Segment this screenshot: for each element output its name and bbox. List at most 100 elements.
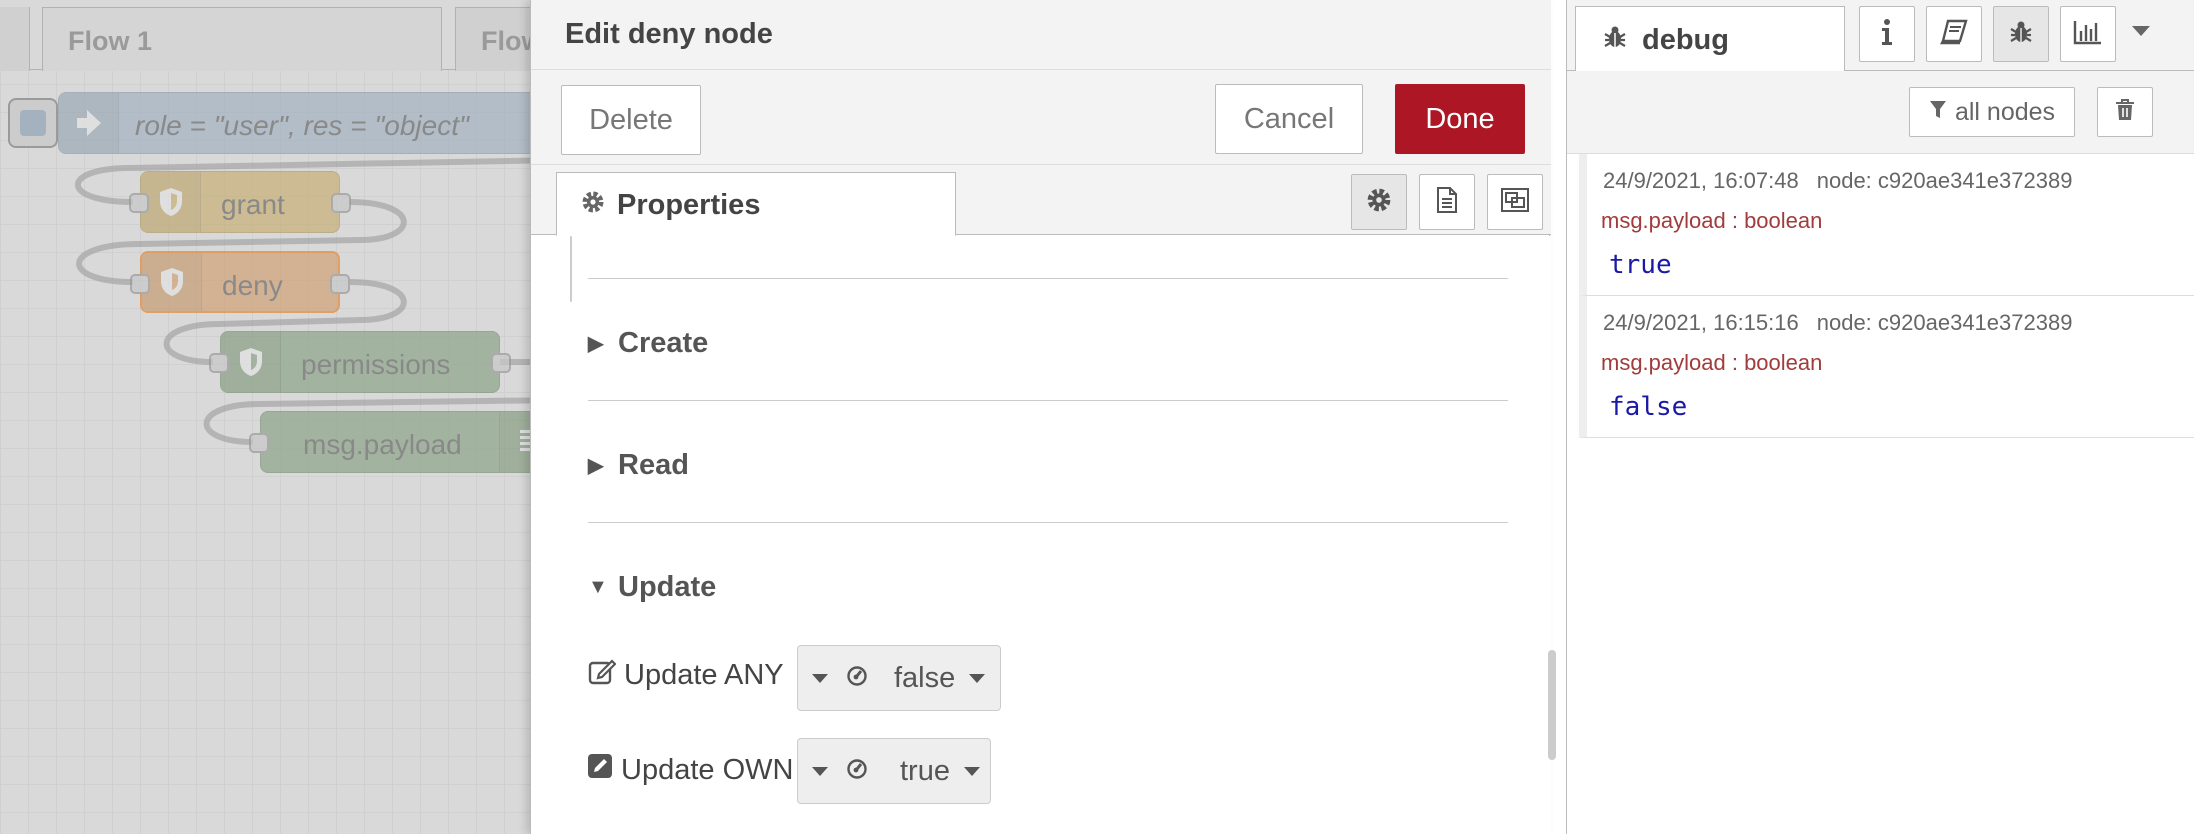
section-update[interactable]: ▼ Update [588, 571, 716, 604]
object-group-icon [1500, 187, 1530, 218]
edit-node-tray: Edit deny node Delete Cancel Done Proper… [530, 0, 1551, 834]
value-caret-icon [963, 766, 980, 776]
output-port[interactable] [330, 274, 350, 294]
type-caret-icon [812, 673, 828, 683]
shield-icon [221, 332, 281, 392]
tray-title: Edit deny node [565, 18, 773, 50]
permissions-node-label: permissions [301, 349, 451, 380]
debug-value: true [1609, 250, 1672, 280]
debug-topic: msg.payload : boolean [1601, 208, 1823, 233]
input-port[interactable] [249, 433, 269, 453]
bug-icon [2008, 19, 2034, 50]
debug-node[interactable]: msg.payload [249, 411, 560, 473]
filter-icon [1929, 98, 1947, 127]
tray-tab-bar: Properties [531, 165, 1551, 236]
dashboard-tab-button[interactable] [2060, 6, 2116, 62]
divider [588, 400, 1508, 401]
update-own-label: Update OWN [587, 753, 793, 787]
output-port[interactable] [491, 353, 511, 373]
workspace-tab-stub [0, 7, 30, 71]
inject-trigger-button[interactable] [8, 98, 58, 148]
node-description-button[interactable] [1419, 174, 1475, 230]
debug-timestamp: 24/9/2021, 16:07:48 [1603, 168, 1799, 193]
type-caret-icon [812, 766, 828, 776]
info-tab-button[interactable] [1859, 6, 1915, 62]
debug-toolbar: all nodes [1567, 71, 2194, 154]
gear-icon [581, 189, 605, 235]
shield-icon [141, 172, 201, 232]
update-any-input[interactable] [570, 236, 572, 302]
tray-body: ▶ Create ▶ Read ▼ Update Update ANY [531, 236, 1551, 834]
edit-square-icon [587, 753, 613, 787]
section-read-label: Read [618, 449, 689, 481]
cancel-button[interactable]: Cancel [1215, 84, 1363, 154]
done-button[interactable]: Done [1395, 84, 1525, 154]
tray-header: Edit deny node [531, 0, 1551, 70]
edit-icon [588, 657, 617, 693]
sidebar-menu-caret-icon[interactable] [2132, 26, 2150, 36]
caret-right-icon: ▶ [588, 333, 604, 355]
update-own-text: Update OWN [621, 753, 794, 786]
input-port[interactable] [209, 353, 229, 373]
gear-icon [1366, 187, 1392, 218]
arrow-in-icon [59, 93, 119, 153]
tab-debug[interactable]: debug [1575, 6, 1845, 72]
output-port[interactable] [331, 193, 351, 213]
debug-timestamp: 24/9/2021, 16:15:16 [1603, 310, 1799, 335]
tray-toolbar: Delete Cancel Done [531, 70, 1551, 165]
tab-properties-label: Properties [617, 189, 761, 221]
section-read[interactable]: ▶ Read [588, 449, 689, 482]
update-any-label: Update ANY [588, 657, 784, 693]
caret-down-icon: ▼ [588, 576, 608, 598]
flow-workspace[interactable]: Flow 1 Flow role = "user", res = "object… [0, 0, 560, 834]
sidebar-tab-bar: debug [1567, 0, 2194, 72]
debug-node-label: msg.payload [303, 429, 462, 460]
debug-tab-button[interactable] [1993, 6, 2049, 62]
debug-message-meta: 24/9/2021, 16:15:16 node: c920ae341e37238… [1603, 310, 2072, 336]
sidebar-resize-handle[interactable] [1548, 650, 1556, 760]
trash-icon [2115, 98, 2135, 126]
debug-message[interactable]: 24/9/2021, 16:15:16 node: c920ae341e37238… [1579, 296, 2194, 438]
inject-node[interactable]: role = "user", res = "object" [58, 92, 560, 154]
node-settings-button[interactable] [1351, 174, 1407, 230]
filter-all-nodes-button[interactable]: all nodes [1909, 87, 2075, 137]
filter-label: all nodes [1954, 97, 2056, 126]
update-own-value: true [900, 754, 950, 787]
debug-node-id[interactable]: node: c920ae341e372389 [1817, 168, 2073, 193]
info-icon [1880, 18, 1894, 51]
debug-message-list: 24/9/2021, 16:07:48 node: c920ae341e37238… [1579, 154, 2194, 438]
debug-message[interactable]: 24/9/2021, 16:07:48 node: c920ae341e37238… [1579, 154, 2194, 296]
sidebar: debug all nodes 24/9/2021, 16:07:48 node… [1566, 0, 2194, 834]
grant-node-label: grant [221, 189, 285, 220]
caret-right-icon: ▶ [588, 455, 604, 477]
boolean-toggle-icon [846, 755, 868, 788]
value-caret-icon [969, 673, 986, 683]
workspace-tab-bar: Flow 1 Flow [0, 0, 560, 71]
update-any-text: Update ANY [624, 658, 784, 691]
tab-flow-1[interactable]: Flow 1 [42, 7, 442, 71]
permissions-node[interactable]: permissions [209, 331, 511, 393]
delete-button[interactable]: Delete [561, 85, 701, 155]
debug-value: false [1609, 392, 1688, 422]
section-create[interactable]: ▶ Create [588, 327, 708, 360]
help-tab-button[interactable] [1926, 6, 1982, 62]
divider [588, 522, 1508, 523]
grant-node[interactable]: grant [129, 171, 351, 233]
clear-messages-button[interactable] [2097, 87, 2153, 137]
update-any-value: false [894, 661, 956, 694]
boolean-toggle-icon [846, 662, 868, 695]
bar-chart-icon [2073, 19, 2103, 50]
bug-icon [1602, 24, 1628, 71]
section-create-label: Create [618, 327, 709, 359]
input-port[interactable] [129, 193, 149, 213]
debug-node-id[interactable]: node: c920ae341e372389 [1817, 310, 2073, 335]
deny-node-label: deny [222, 270, 283, 301]
deny-node[interactable]: deny [130, 251, 350, 313]
update-own-select[interactable]: true [797, 738, 991, 804]
update-any-select[interactable]: false [797, 645, 1001, 711]
tab-properties[interactable]: Properties [556, 172, 956, 236]
debug-message-meta: 24/9/2021, 16:07:48 node: c920ae341e37238… [1603, 168, 2072, 194]
node-appearance-button[interactable] [1487, 174, 1543, 230]
input-port[interactable] [130, 274, 150, 294]
book-icon [1940, 19, 1968, 50]
